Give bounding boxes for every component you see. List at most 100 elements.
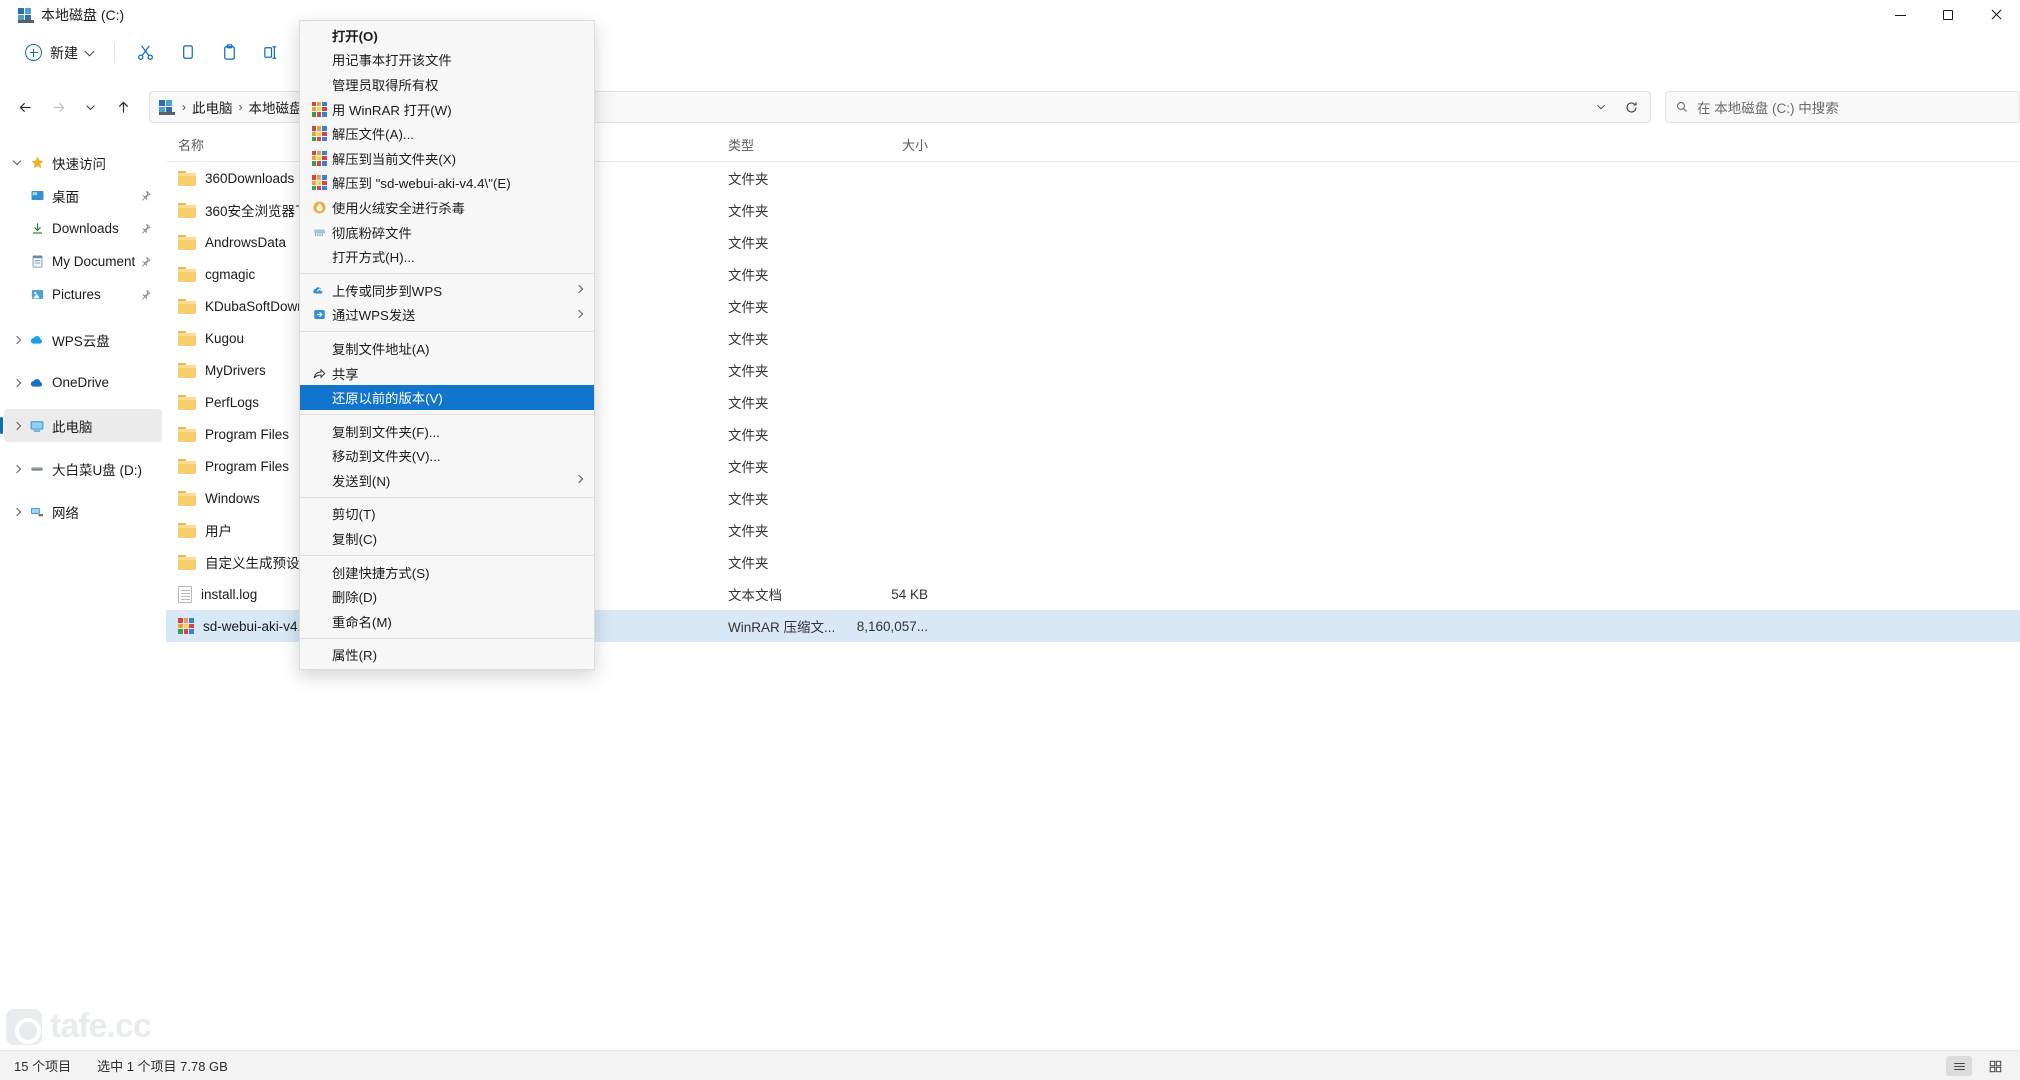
folder-icon (178, 426, 196, 442)
column-header-size[interactable]: 大小 (844, 135, 944, 154)
pin-icon[interactable] (140, 288, 152, 300)
refresh-icon[interactable] (1618, 94, 1644, 120)
menu-item[interactable]: 复制到文件夹(F)... (300, 419, 594, 444)
sidebar-item-downloads[interactable]: Downloads (4, 212, 162, 245)
cell-type: 文件夹 (728, 268, 769, 283)
file-name: MyDrivers (205, 362, 266, 378)
menu-item[interactable]: 解压文件(A)... (300, 121, 594, 146)
window-tab[interactable]: 本地磁盘 (C:) (14, 0, 134, 30)
cell-type: 文件夹 (728, 364, 769, 379)
menu-item-label: 复制到文件夹(F)... (332, 424, 440, 440)
menu-item[interactable]: 剪切(T) (300, 502, 594, 527)
new-button[interactable]: 新建 (14, 37, 104, 69)
forward-button[interactable] (43, 91, 74, 123)
sidebar-item-pictures[interactable]: Pictures (4, 278, 162, 311)
menu-item[interactable]: 用 WinRAR 打开(W) (300, 97, 594, 122)
menu-item[interactable]: 还原以前的版本(V) (300, 385, 594, 410)
menu-item[interactable]: 属性(R) (300, 643, 594, 668)
sidebar-item-onedrive[interactable]: OneDrive (4, 366, 162, 399)
menu-item-label: 删除(D) (332, 590, 378, 606)
menu-item[interactable]: 复制文件地址(A) (300, 336, 594, 361)
menu-item[interactable]: 上传或同步到WPS (300, 278, 594, 303)
menu-item[interactable]: 复制(C) (300, 526, 594, 551)
chevron-right-icon[interactable] (8, 507, 26, 516)
winrar-icon (308, 150, 330, 166)
navigation-pane: 快速访问 桌面 Downloads My Document Pictures W… (0, 128, 166, 1050)
pictures-icon (26, 287, 48, 302)
menu-item-label: 创建快捷方式(S) (332, 565, 430, 581)
menu-item[interactable]: 解压到 "sd-webui-aki-v4.4\"(E) (300, 171, 594, 196)
menu-item-label: 解压到当前文件夹(X) (332, 151, 457, 167)
menu-item[interactable]: 删除(D) (300, 584, 594, 609)
rename-button[interactable] (251, 37, 291, 69)
sidebar-item-quick-access[interactable]: 快速访问 (4, 146, 162, 179)
pin-icon[interactable] (140, 255, 152, 267)
file-name: 360Downloads (205, 170, 295, 186)
sidebar-item-desktop[interactable]: 桌面 (4, 179, 162, 212)
menu-item[interactable]: 发送到(N) (300, 468, 594, 493)
maximize-button[interactable] (1924, 0, 1972, 30)
close-button[interactable] (1972, 0, 2020, 30)
cut-button[interactable] (125, 37, 165, 69)
menu-item[interactable]: 用记事本打开该文件 (300, 48, 594, 73)
column-header-type[interactable]: 类型 (716, 135, 844, 154)
menu-item[interactable]: 移动到文件夹(V)... (300, 444, 594, 469)
menu-item-label: 打开方式(H)... (332, 250, 415, 266)
copy-button[interactable] (167, 37, 207, 69)
winrar-icon (308, 126, 330, 142)
file-name: Kugou (205, 330, 245, 346)
cell-type: 文件夹 (728, 204, 769, 219)
back-button[interactable] (10, 91, 41, 123)
sidebar-item-wps-cloud[interactable]: WPS云盘 (4, 323, 162, 356)
paste-button[interactable] (209, 37, 249, 69)
menu-item[interactable]: 重命名(M) (300, 609, 594, 634)
pin-icon[interactable] (140, 189, 152, 201)
chevron-right-icon[interactable] (8, 421, 26, 430)
menu-item[interactable]: 创建快捷方式(S) (300, 560, 594, 585)
chevron-down-icon[interactable] (8, 156, 26, 166)
minimize-button[interactable] (1876, 0, 1924, 30)
large-icons-view-button[interactable] (1982, 1056, 2008, 1076)
menu-item[interactable]: 管理员取得所有权 (300, 72, 594, 97)
chevron-right-icon[interactable] (8, 378, 26, 387)
sidebar-item-my-document[interactable]: My Document (4, 245, 162, 278)
network-icon (26, 504, 48, 520)
menu-item-label: 移动到文件夹(V)... (332, 449, 441, 465)
chevron-right-icon[interactable] (8, 464, 26, 473)
this-pc-icon (26, 418, 48, 434)
menu-item[interactable]: 解压到当前文件夹(X) (300, 146, 594, 171)
menu-item[interactable]: 打开方式(H)... (300, 244, 594, 269)
wps-upload-icon (312, 283, 327, 298)
cell-type: 文件夹 (728, 172, 769, 187)
folder-icon (178, 490, 196, 506)
menu-item[interactable]: 彻底粉碎文件 (300, 220, 594, 245)
menu-separator (300, 272, 594, 274)
sidebar-item-this-pc[interactable]: 此电脑 (0, 409, 162, 442)
shredder-icon (312, 225, 327, 240)
recent-locations-button[interactable] (76, 91, 107, 123)
status-item-count: 15 个项目 (14, 1059, 72, 1074)
search-box[interactable]: 在 本地磁盘 (C:) 中搜索 (1665, 91, 2020, 123)
menu-separator (300, 331, 594, 333)
address-drive-icon (159, 99, 175, 115)
wps-upload-icon (308, 283, 330, 298)
chevron-right-icon[interactable] (8, 335, 26, 344)
menu-item[interactable]: 打开(O) (300, 23, 594, 48)
download-icon (26, 221, 48, 236)
search-input[interactable]: 在 本地磁盘 (C:) 中搜索 (1697, 97, 1839, 117)
menu-item[interactable]: 使用火绒安全进行杀毒 (300, 195, 594, 220)
details-view-button[interactable] (1946, 1056, 1972, 1076)
pin-icon[interactable] (140, 222, 152, 234)
up-button[interactable] (108, 91, 139, 123)
folder-icon (178, 298, 196, 314)
winrar-icon (311, 101, 327, 117)
sidebar-item-usb-drive[interactable]: 大白菜U盘 (D:) (4, 452, 162, 485)
menu-item-label: 属性(R) (332, 648, 378, 664)
sidebar-item-network[interactable]: 网络 (4, 495, 162, 528)
address-history-dropdown[interactable] (1588, 94, 1614, 120)
menu-item[interactable]: 共享 (300, 361, 594, 386)
menu-item-label: 复制文件地址(A) (332, 341, 430, 357)
menu-item[interactable]: 通过WPS发送 (300, 303, 594, 328)
breadcrumb-this-pc[interactable]: 此电脑 (187, 97, 238, 117)
document-icon (26, 254, 48, 269)
